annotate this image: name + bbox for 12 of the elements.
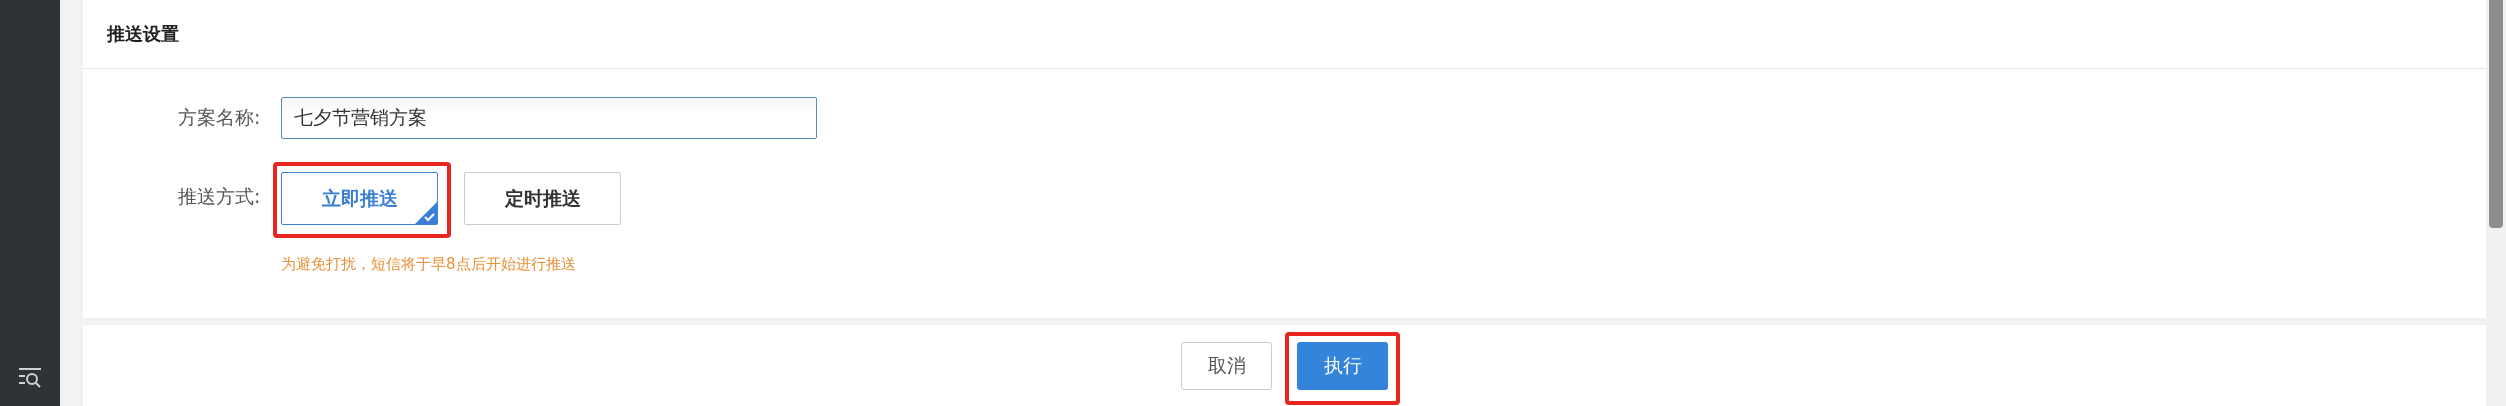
search-list-icon[interactable] bbox=[18, 368, 42, 388]
execute-button[interactable]: 执行 bbox=[1297, 341, 1388, 390]
name-field[interactable]: 七夕节营销方案 bbox=[281, 97, 817, 139]
field-label: 方案名称: bbox=[178, 105, 262, 130]
cancel-button[interactable]: 取消 bbox=[1181, 341, 1272, 390]
panel-title: 推送设置 bbox=[107, 22, 179, 46]
hint-text: 为避免打扰，短信将于早8点后开始进行推送 bbox=[281, 255, 577, 274]
field-label: 推送方式: bbox=[178, 184, 262, 209]
option-button[interactable]: 立即推送 bbox=[281, 172, 438, 225]
scrollbar-thumb[interactable] bbox=[2489, 0, 2503, 228]
check-corner-icon bbox=[415, 202, 437, 224]
option-button[interactable]: 定时推送 bbox=[464, 172, 621, 225]
